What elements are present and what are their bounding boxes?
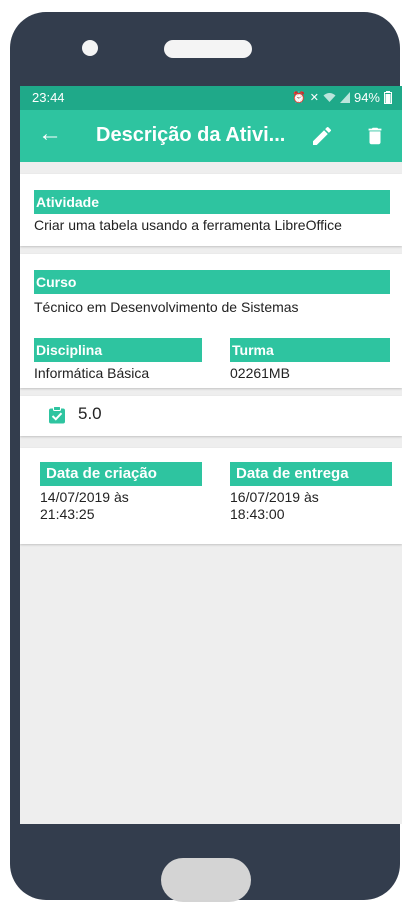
due-date: 16/07/2019 às [230,489,319,505]
activity-value: Criar uma tabela usando a ferramenta Lib… [34,217,342,233]
back-arrow-icon[interactable]: ← [38,122,62,146]
course-card: Curso Técnico em Desenvolvimento de Sist… [20,254,402,388]
trash-icon[interactable] [364,124,386,148]
wifi-icon [323,93,336,102]
battery-percent: 94% [353,90,380,105]
class-value: 02261MB [230,365,290,381]
battery-icon [384,91,392,104]
speaker [164,40,252,58]
class-label: Turma [230,338,390,362]
created-time: 21:43:25 [40,506,95,522]
status-icons: ⏰ ✕ 94% [292,90,392,105]
pencil-icon[interactable] [310,124,334,148]
discipline-label: Disciplina [34,338,202,362]
due-time: 18:43:00 [230,506,285,522]
mute-icon: ✕ [309,92,319,104]
app-bar: ← Descrição da Ativi... [20,110,402,162]
activity-card: Atividade Criar uma tabela usando a ferr… [20,174,402,246]
grade-value: 5.0 [78,404,102,423]
activity-label: Atividade [34,190,390,214]
signal-icon [339,92,350,103]
discipline-value: Informática Básica [34,365,150,381]
created-label: Data de criação [40,462,202,486]
created-date: 14/07/2019 às [40,489,129,505]
clipboard-check-icon [49,406,65,424]
status-bar: 23:44 ⏰ ✕ 94% [20,86,402,110]
course-value: Técnico em Desenvolvimento de Sistemas [34,299,299,315]
page-title: Descrição da Ativi... [96,124,286,146]
home-button[interactable] [161,858,251,902]
screen: 23:44 ⏰ ✕ 94% ← Descrição da Ativi... At… [20,86,402,824]
camera [82,40,98,56]
grade-card: 5.0 [20,396,402,436]
status-time: 23:44 [32,90,65,105]
due-label: Data de entrega [230,462,392,486]
dates-card: Data de criação 14/07/2019 às 21:43:25 D… [20,448,402,544]
alarm-icon: ⏰ [292,92,306,104]
course-label: Curso [34,270,390,294]
